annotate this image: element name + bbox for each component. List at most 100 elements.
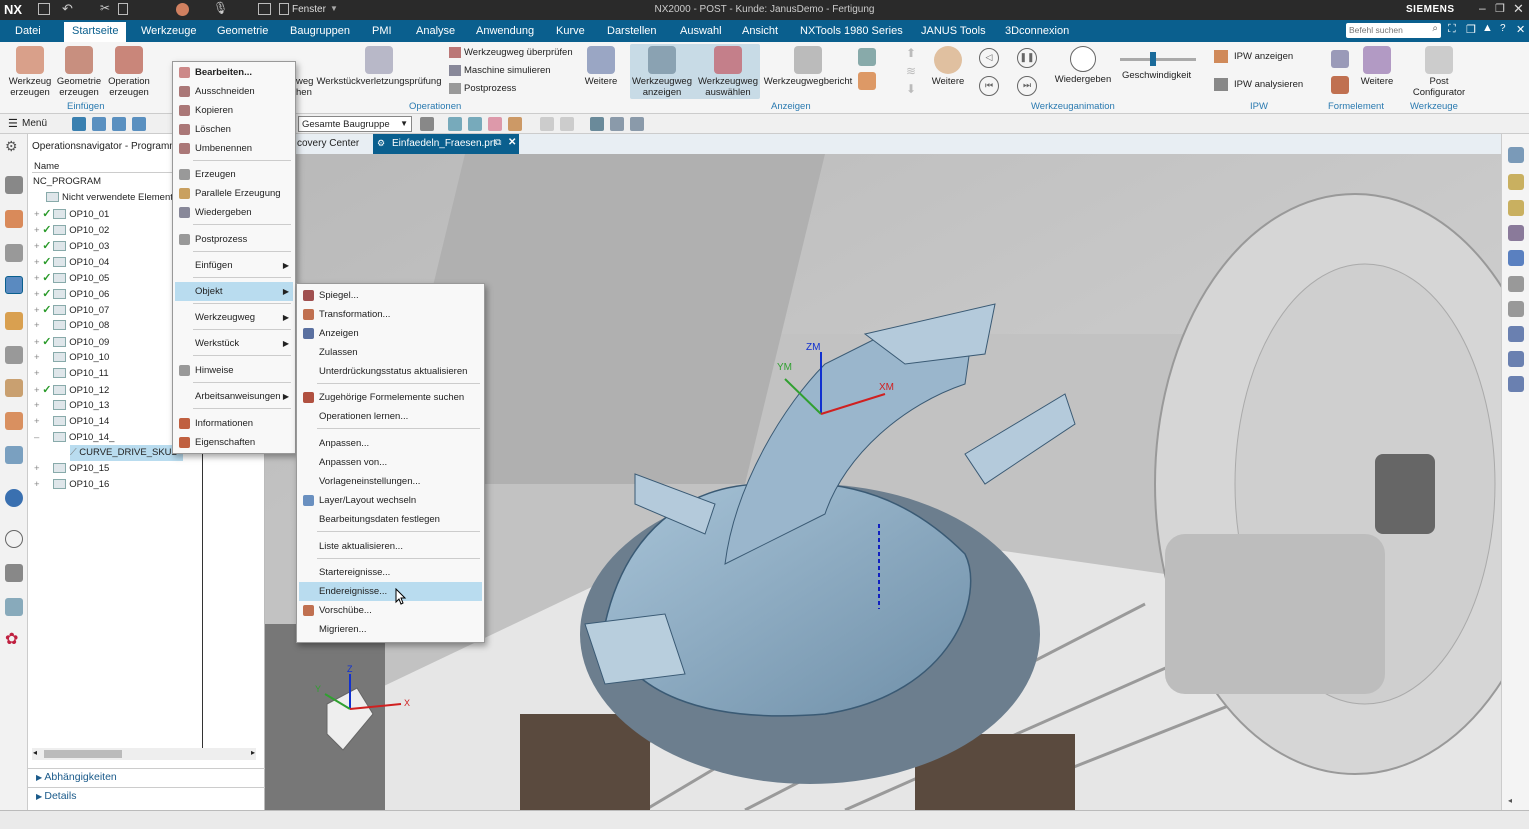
menu-werkzeugweg[interactable]: Werkzeugweg ▶ bbox=[175, 308, 293, 327]
tree-child-operation[interactable]: ⟋ CURVE_DRIVE_SKUL bbox=[70, 445, 183, 461]
tree-row[interactable]: + OP10_16 bbox=[34, 477, 109, 493]
web-browser-icon[interactable] bbox=[5, 489, 23, 507]
tab-geometrie[interactable]: Geometrie bbox=[215, 20, 270, 42]
feature-nav-icon[interactable] bbox=[5, 346, 23, 364]
hide-icon[interactable] bbox=[1508, 301, 1524, 317]
expand-toggle-icon[interactable]: + bbox=[34, 320, 42, 331]
postprozess-button[interactable]: Postprozess bbox=[449, 83, 516, 94]
view-icon-h[interactable] bbox=[1508, 351, 1524, 367]
tab-kurve[interactable]: Kurve bbox=[554, 20, 587, 42]
assembly-nav-icon[interactable] bbox=[5, 176, 23, 194]
menu-migrieren[interactable]: Migrieren... bbox=[299, 620, 482, 639]
select-icon-6[interactable] bbox=[560, 117, 574, 131]
process-icon[interactable] bbox=[5, 446, 23, 464]
speed-slider[interactable] bbox=[1120, 52, 1196, 66]
search-input[interactable] bbox=[1349, 23, 1425, 36]
tab-ansicht[interactable]: Ansicht bbox=[740, 20, 780, 42]
weitere-button-3[interactable]: Weitere bbox=[1357, 46, 1397, 87]
select-icon-1[interactable] bbox=[448, 117, 462, 131]
maschine-simulieren-button[interactable]: Maschine simulieren bbox=[449, 65, 551, 76]
tab-datei[interactable]: Datei bbox=[13, 20, 43, 42]
arrow-up-icon[interactable]: ⬆ bbox=[906, 46, 916, 60]
expand-toggle-icon[interactable]: + bbox=[34, 368, 42, 379]
geometrie-erzeugen-button[interactable]: Geometrie erzeugen bbox=[56, 46, 102, 98]
close-icon[interactable]: ✕ bbox=[1513, 1, 1524, 17]
expand-toggle-icon[interactable]: – bbox=[34, 432, 42, 443]
fixture-icon[interactable] bbox=[5, 412, 23, 430]
expand-icon[interactable]: ◂ bbox=[1508, 796, 1512, 805]
menu-layer-layout[interactable]: Layer/Layout wechseln bbox=[299, 491, 482, 510]
menu-transformation[interactable]: Transformation... bbox=[299, 305, 482, 324]
weitere-button-1[interactable]: Weitere bbox=[580, 46, 622, 87]
view-icon-g[interactable] bbox=[1508, 326, 1524, 342]
rewind-icon[interactable]: ⏮ bbox=[979, 76, 999, 96]
close-tab-icon[interactable]: ✕ bbox=[508, 137, 516, 148]
menu-arbeitsanweisungen[interactable]: Arbeitsanweisungen ▶ bbox=[175, 387, 293, 406]
feature-icon[interactable] bbox=[1331, 50, 1349, 68]
post-configurator-button[interactable]: Post Configurator bbox=[1405, 46, 1473, 98]
werkstueckverletzung-button[interactable]: Werkstückverletzungsprüfung bbox=[314, 46, 444, 87]
help-icon[interactable]: ? bbox=[1500, 23, 1506, 34]
menu-parallele-erzeugung[interactable]: Parallele Erzeugung bbox=[175, 184, 293, 203]
view-icon-f[interactable] bbox=[1508, 276, 1524, 292]
menu-bearbeiten[interactable]: Bearbeiten... bbox=[175, 63, 293, 82]
tab-auswahl[interactable]: Auswahl bbox=[678, 20, 724, 42]
operation-nav-icon[interactable] bbox=[5, 276, 23, 294]
menu-button[interactable]: Menü bbox=[22, 118, 47, 129]
menu-erzeugen[interactable]: Erzeugen bbox=[175, 165, 293, 184]
menu-anpassen-von[interactable]: Anpassen von... bbox=[299, 453, 482, 472]
filter-icon[interactable] bbox=[420, 117, 434, 131]
menu-objekt[interactable]: Objekt ▶ bbox=[175, 282, 293, 301]
roles-icon[interactable] bbox=[5, 598, 23, 616]
ipw-analysieren-button[interactable]: IPW analysieren bbox=[1214, 78, 1303, 91]
fullscreen-icon[interactable]: ⛶ bbox=[1448, 23, 1456, 36]
menu-zulassen[interactable]: Zulassen bbox=[299, 343, 482, 362]
tab-baugruppen[interactable]: Baugruppen bbox=[288, 20, 352, 42]
tab-nxtools[interactable]: NXTools 1980 Series bbox=[798, 20, 905, 42]
view-icon-d[interactable] bbox=[1508, 225, 1524, 241]
search-box[interactable]: ⌕ bbox=[1346, 23, 1441, 38]
expand-toggle-icon[interactable]: + bbox=[34, 305, 42, 316]
reuse-library-icon[interactable] bbox=[5, 244, 23, 262]
tab-janus-tools[interactable]: JANUS Tools bbox=[919, 20, 988, 42]
menu-unterdrueckungsstatus[interactable]: Unterdrückungsstatus aktualisieren bbox=[299, 362, 482, 381]
arrow-down-icon[interactable]: ⬇ bbox=[906, 82, 916, 96]
system-materials-icon[interactable] bbox=[5, 564, 23, 582]
menu-postprozess[interactable]: Postprozess bbox=[175, 230, 293, 249]
wiedergeben-button[interactable]: Wiedergeben bbox=[1054, 46, 1112, 85]
menu-bearbeitungsdaten[interactable]: Bearbeitungsdaten festlegen bbox=[299, 510, 482, 529]
menu-endereignisse[interactable]: Endereignisse... bbox=[299, 582, 482, 601]
tab-startseite[interactable]: Startseite bbox=[64, 22, 127, 42]
ipw-anzeigen-button[interactable]: IPW anzeigen bbox=[1214, 50, 1293, 63]
menu-spiegel[interactable]: Spiegel... bbox=[299, 286, 482, 305]
expand-toggle-icon[interactable]: + bbox=[34, 337, 42, 348]
tree-row[interactable]: + OP10_08 bbox=[34, 318, 109, 334]
werkzeugwegbericht-button[interactable]: Werkzeugwegbericht bbox=[762, 46, 854, 87]
menu-hinweise[interactable]: Hinweise bbox=[175, 361, 293, 380]
expand-toggle-icon[interactable]: + bbox=[34, 400, 42, 411]
nav-icon-2[interactable] bbox=[92, 117, 106, 131]
pause-icon[interactable]: ❚❚ bbox=[1017, 48, 1037, 68]
expand-toggle-icon[interactable]: + bbox=[34, 225, 42, 236]
tree-row[interactable]: + ✓ OP10_06 bbox=[34, 286, 109, 302]
tree-row[interactable]: + ✓ OP10_02 bbox=[34, 222, 109, 238]
feature-2-icon[interactable] bbox=[1331, 76, 1349, 94]
layers-icon[interactable]: ≋ bbox=[906, 64, 916, 78]
nav-icon-3[interactable] bbox=[112, 117, 126, 131]
minimize-icon[interactable]: – bbox=[1479, 1, 1486, 15]
menu-loeschen[interactable]: Löschen bbox=[175, 120, 293, 139]
menu-werkstueck[interactable]: Werkstück ▶ bbox=[175, 334, 293, 353]
werkzeugweg-pruefen-button[interactable]: Werkzeugweg überprüfen bbox=[449, 47, 573, 58]
nav-icon-4[interactable] bbox=[132, 117, 146, 131]
horizontal-scrollbar[interactable]: ◂ ▸ bbox=[32, 748, 256, 760]
menu-startereignisse[interactable]: Startereignisse... bbox=[299, 563, 482, 582]
flower-icon[interactable]: ✿ bbox=[5, 631, 23, 649]
tree-row[interactable]: + ✓ OP10_07 bbox=[34, 302, 109, 318]
tree-row[interactable]: + ✓ OP10_12 bbox=[34, 382, 109, 398]
menu-wiedergeben[interactable]: Wiedergeben bbox=[175, 203, 293, 222]
select-icon-3[interactable] bbox=[488, 117, 502, 131]
view-icon-b[interactable] bbox=[1508, 174, 1524, 190]
select-icon-2[interactable] bbox=[468, 117, 482, 131]
view-icon-a[interactable] bbox=[1508, 147, 1524, 163]
undock-icon[interactable]: ⧉ bbox=[495, 137, 501, 148]
